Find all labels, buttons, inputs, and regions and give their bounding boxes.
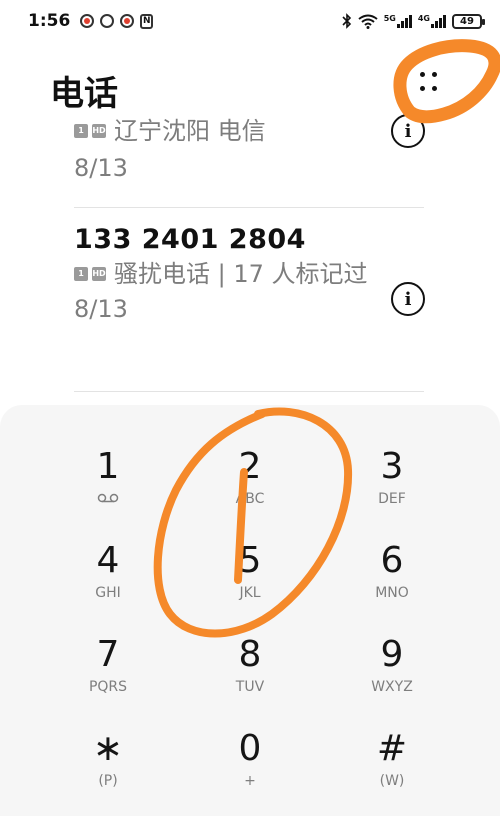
dial-key-7[interactable]: 7 PQRS (48, 633, 168, 725)
hd-badge: HD (92, 124, 106, 138)
signal-icon: 5G (384, 14, 412, 28)
dial-key-1[interactable]: 1 (48, 445, 168, 537)
sim-badge: 1 (74, 124, 88, 138)
call-date: 8/13 (74, 295, 128, 323)
notification-icons: N (80, 13, 154, 29)
bluetooth-icon (342, 13, 351, 29)
dial-key-9[interactable]: 9 WXYZ (332, 633, 452, 725)
battery-icon: 49 (452, 13, 485, 29)
divider (74, 207, 424, 208)
call-badges: 1 HD (74, 267, 106, 281)
call-meta: 1 HD 辽宁沈阳 电信 (74, 116, 424, 146)
status-time: 1:56 (28, 11, 71, 31)
call-date: 8/13 (74, 154, 128, 182)
call-badges: 1 HD (74, 124, 106, 138)
dial-key-6[interactable]: 6 MNO (332, 539, 452, 631)
call-meta: 1 HD 骚扰电话 | 17 人标记过 (74, 259, 424, 289)
dial-key-hash[interactable]: # (W) (332, 727, 452, 816)
dial-key-star[interactable]: ∗ (P) (48, 727, 168, 816)
more-options-button[interactable] (408, 66, 448, 106)
sim-badge: 1 (74, 267, 88, 281)
signal-icon: 4G (418, 14, 446, 28)
dial-key-2[interactable]: 2 ABC (190, 445, 310, 537)
nfc-icon: N (140, 13, 154, 29)
info-icon: i (404, 288, 412, 310)
dial-key-5[interactable]: 5 JKL (190, 539, 310, 631)
app-notification-icon (120, 13, 135, 28)
call-number: 133 2401 2804 (74, 224, 306, 255)
app-notification-icon (100, 13, 115, 28)
system-icons: 5G 4G 49 (342, 13, 485, 29)
dial-key-0[interactable]: 0 + (190, 727, 310, 816)
info-button[interactable]: i (391, 282, 425, 316)
status-bar: 1:56 N 5G 4G 49 (0, 0, 500, 42)
hd-badge: HD (92, 267, 106, 281)
info-button[interactable]: i (391, 114, 425, 148)
dial-key-8[interactable]: 8 TUV (190, 633, 310, 725)
info-icon: i (404, 120, 412, 142)
wifi-icon (358, 14, 378, 29)
divider (74, 391, 424, 392)
dialpad: 1 2 ABC 3 DEF 4 GHI 5 JKL 6 MNO 7 PQRS 8… (0, 405, 500, 816)
app-notification-icon (80, 13, 95, 28)
call-location: 辽宁沈阳 电信 (114, 117, 266, 145)
dial-key-3[interactable]: 3 DEF (332, 445, 452, 537)
dial-key-4[interactable]: 4 GHI (48, 539, 168, 631)
voicemail-icon (48, 491, 168, 507)
call-log-item[interactable]: 133 2401 2804 1 HD 骚扰电话 | 17 人标记过 8/13 i (74, 224, 425, 323)
call-location: 骚扰电话 | 17 人标记过 (114, 260, 368, 288)
page-title: 电话 (50, 74, 118, 114)
call-log-item[interactable]: 1 HD 辽宁沈阳 电信 8/13 i (74, 112, 425, 182)
